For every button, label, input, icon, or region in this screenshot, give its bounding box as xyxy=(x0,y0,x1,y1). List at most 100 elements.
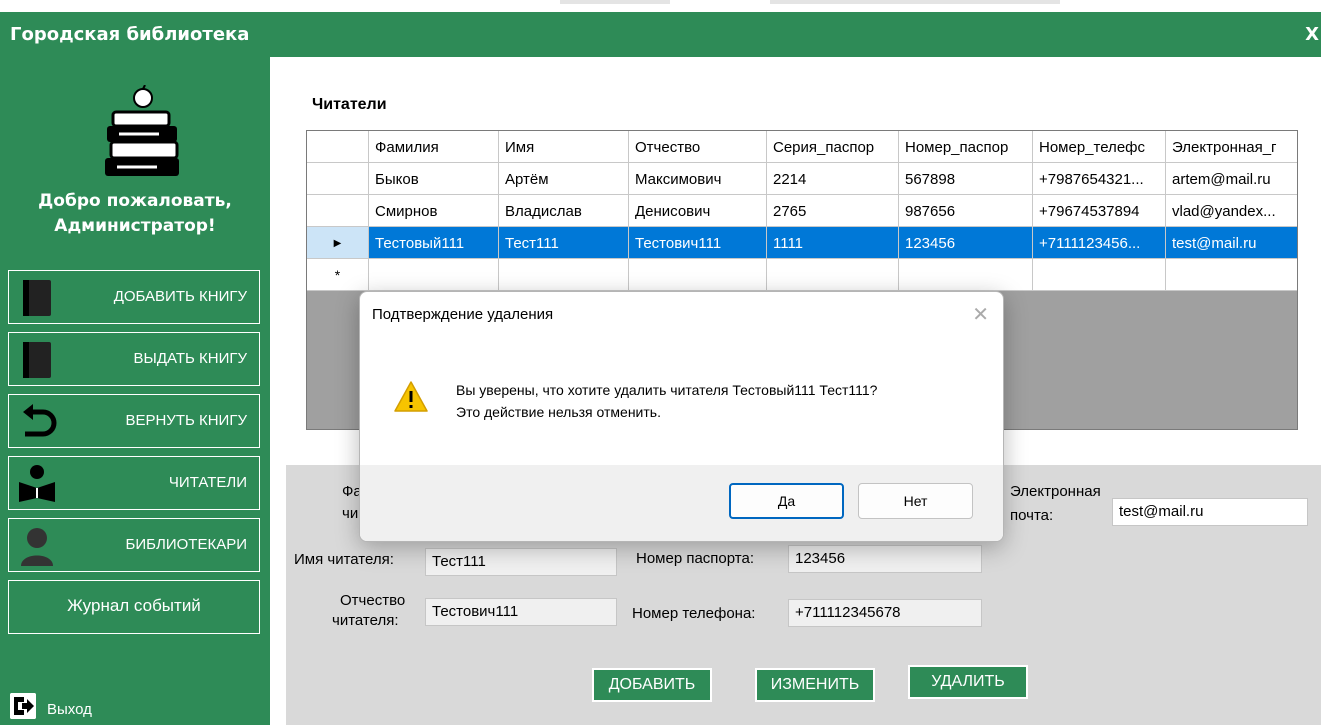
user-icon xyxy=(21,528,53,566)
logout-icon xyxy=(10,693,36,719)
library-logo-icon xyxy=(105,85,179,176)
no-button[interactable]: Нет xyxy=(858,483,973,519)
yes-button[interactable]: Да xyxy=(729,483,844,519)
table-cell[interactable]: +79674537894 xyxy=(1033,195,1166,227)
table-row-new[interactable]: * xyxy=(307,259,1297,291)
table-cell[interactable]: artem@mail.ru xyxy=(1166,163,1297,195)
table-cell[interactable]: 2765 xyxy=(767,195,899,227)
sidebar-item-event-log[interactable]: Журнал событий xyxy=(8,580,260,634)
column-header[interactable]: Серия_паспор xyxy=(767,131,899,163)
table-cell[interactable]: Быков xyxy=(369,163,499,195)
table-cell[interactable]: vlad@yandex... xyxy=(1166,195,1297,227)
edit-reader-button[interactable]: ИЗМЕНИТЬ xyxy=(755,668,875,702)
sidebar-item-label: Журнал событий xyxy=(67,596,201,615)
title-bar: Городская библиотека X xyxy=(0,12,1321,57)
window-title: Городская библиотека xyxy=(10,24,250,45)
table-header: Фамилия Имя Отчество Серия_паспор Номер_… xyxy=(307,131,1297,163)
patronymic-label-line-1: Отчество xyxy=(340,592,406,609)
table-cell[interactable]: +7111123456... xyxy=(1033,227,1166,259)
book-icon xyxy=(23,280,51,316)
table-cell[interactable]: Владислав xyxy=(499,195,629,227)
table-cell[interactable] xyxy=(499,259,629,291)
column-header[interactable]: Электронная_г xyxy=(1166,131,1297,163)
table-cell[interactable] xyxy=(767,259,899,291)
table-cell[interactable]: Тестович111 xyxy=(629,227,767,259)
name-field[interactable]: Тест111 xyxy=(425,548,617,576)
sidebar-item-issue-book[interactable]: ВЫДАТЬ КНИГУ xyxy=(8,332,260,386)
row-header[interactable]: * xyxy=(307,259,369,291)
table-cell[interactable]: 987656 xyxy=(899,195,1033,227)
phone-field[interactable]: +711112345678 xyxy=(788,599,982,627)
dialog-close-icon[interactable]: ✕ xyxy=(972,302,989,327)
dialog-message-line-1: Вы уверены, что хотите удалить читателя … xyxy=(456,382,878,398)
table-cell[interactable]: test@mail.ru xyxy=(1166,227,1297,259)
sidebar-item-label: ВЫДАТЬ КНИГУ xyxy=(133,350,247,367)
table-cell[interactable]: Денисович xyxy=(629,195,767,227)
table-row[interactable]: Быков Артём Максимович 2214 567898 +7987… xyxy=(307,163,1297,195)
table-cell[interactable]: +7987654321... xyxy=(1033,163,1166,195)
welcome-line-2: Администратор! xyxy=(54,216,216,236)
row-header[interactable] xyxy=(307,195,369,227)
logout-label: Выход xyxy=(47,701,92,718)
table-cell[interactable]: 123456 xyxy=(899,227,1033,259)
table-cell[interactable]: Тестовый111 xyxy=(369,227,499,259)
dialog-footer: Да Нет xyxy=(360,465,1003,541)
table-cell[interactable]: 2214 xyxy=(767,163,899,195)
sidebar-item-add-book[interactable]: ДОБАВИТЬ КНИГУ xyxy=(8,270,260,324)
column-header[interactable]: Номер_телефс xyxy=(1033,131,1166,163)
passport-field[interactable]: 123456 xyxy=(788,545,982,573)
table-cell[interactable]: Максимович xyxy=(629,163,767,195)
email-field[interactable]: test@mail.ru xyxy=(1112,498,1308,526)
table-cell[interactable] xyxy=(369,259,499,291)
sidebar-item-label: ВЕРНУТЬ КНИГУ xyxy=(125,412,247,429)
sidebar-item-label: ЧИТАТЕЛИ xyxy=(168,474,247,491)
sidebar-item-label: БИБЛИОТЕКАРИ xyxy=(125,536,247,553)
sidebar: Добро пожаловать, Администратор! ДОБАВИТ… xyxy=(0,57,270,725)
confirm-delete-dialog: Подтверждение удаления ✕ Вы уверены, что… xyxy=(359,291,1004,542)
sidebar-item-return-book[interactable]: ВЕРНУТЬ КНИГУ xyxy=(8,394,260,448)
column-header[interactable]: Фамилия xyxy=(369,131,499,163)
table-cell[interactable] xyxy=(1033,259,1166,291)
welcome-line-1: Добро пожаловать, xyxy=(38,191,232,211)
dialog-title: Подтверждение удаления xyxy=(372,306,554,323)
page-title: Читатели xyxy=(312,96,387,113)
row-header[interactable] xyxy=(307,163,369,195)
table-cell[interactable] xyxy=(1166,259,1297,291)
close-button[interactable]: X xyxy=(1305,24,1319,45)
table-cell[interactable]: 1111 xyxy=(767,227,899,259)
reader-icon xyxy=(19,465,55,502)
return-arrow-icon xyxy=(23,404,57,437)
table-cell[interactable]: Тест111 xyxy=(499,227,629,259)
dialog-body: Вы уверены, что хотите удалить читателя … xyxy=(360,338,1003,465)
dialog-message-line-2: Это действие нельзя отменить. xyxy=(456,404,661,420)
phone-label: Номер телефона: xyxy=(632,605,756,622)
patronymic-label: Отчество xyxy=(340,591,405,611)
table-row-selected[interactable]: ▶ Тестовый111 Тест111 Тестович111 1111 1… xyxy=(307,227,1297,259)
sidebar-item-label: ДОБАВИТЬ КНИГУ xyxy=(113,288,247,305)
email-label-line-2: почта: xyxy=(1010,507,1054,524)
top-ghost-2 xyxy=(770,0,1060,4)
email-label-line-1: Электронная xyxy=(1010,483,1101,500)
add-reader-button[interactable]: ДОБАВИТЬ xyxy=(592,668,712,702)
patronymic-label-line-2: читателя: xyxy=(332,612,399,629)
table-cell[interactable]: Артём xyxy=(499,163,629,195)
table-cell[interactable]: 567898 xyxy=(899,163,1033,195)
row-header-corner xyxy=(307,131,369,163)
delete-reader-button[interactable]: УДАЛИТЬ xyxy=(908,665,1028,699)
warning-icon xyxy=(394,381,428,412)
passport-label: Номер паспорта: xyxy=(636,550,754,567)
table-cell[interactable] xyxy=(899,259,1033,291)
patronymic-field[interactable]: Тестович111 xyxy=(425,598,617,626)
table-row[interactable]: Смирнов Владислав Денисович 2765 987656 … xyxy=(307,195,1297,227)
column-header[interactable]: Отчество xyxy=(629,131,767,163)
welcome-text: Добро пожаловать, Администратор! xyxy=(0,189,270,239)
sidebar-item-librarians[interactable]: БИБЛИОТЕКАРИ xyxy=(8,518,260,572)
sidebar-item-readers[interactable]: ЧИТАТЕЛИ xyxy=(8,456,260,510)
top-ghost-1 xyxy=(560,0,670,4)
row-header[interactable]: ▶ xyxy=(307,227,369,259)
name-label: Имя читателя: xyxy=(294,551,394,568)
column-header[interactable]: Номер_паспор xyxy=(899,131,1033,163)
column-header[interactable]: Имя xyxy=(499,131,629,163)
table-cell[interactable] xyxy=(629,259,767,291)
table-cell[interactable]: Смирнов xyxy=(369,195,499,227)
